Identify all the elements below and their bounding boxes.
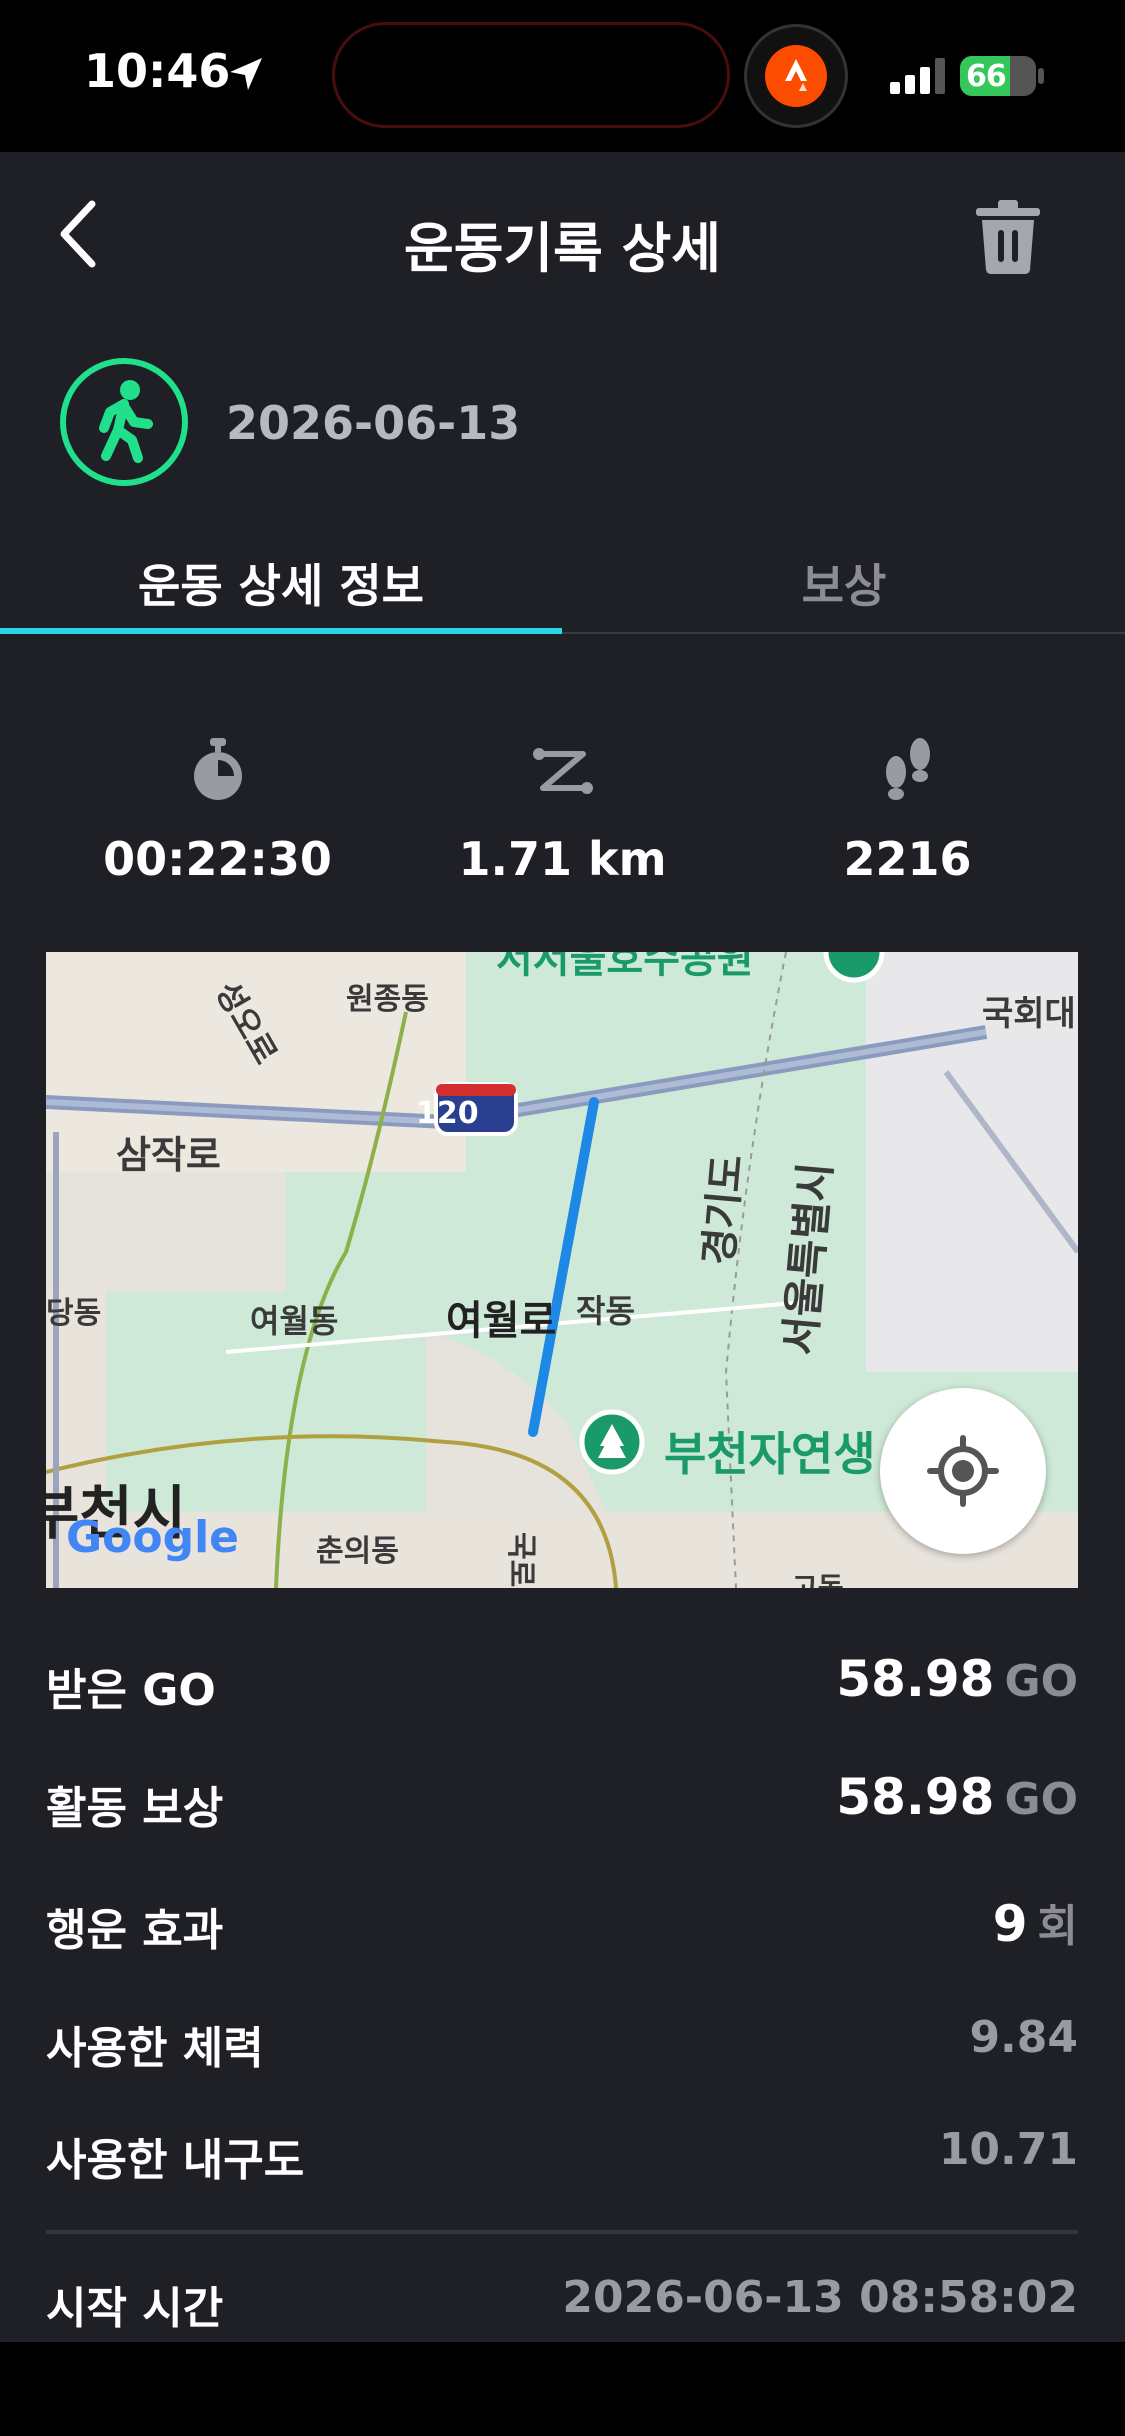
- map-label-yeowol-dong: 여월동: [250, 1302, 339, 1340]
- app-screen: 운동기록 상세 2026-06-13 운동 상세 정보 보상 00:22:30: [0, 152, 1125, 2342]
- walking-activity-icon: [60, 358, 188, 486]
- google-attribution: Google: [66, 1512, 239, 1563]
- durability-used-value: 10.71: [938, 2124, 1078, 2175]
- received-go-unit: GO: [1004, 1656, 1078, 1707]
- status-time: 10:46: [84, 44, 231, 98]
- durability-used-label: 사용한 내구도: [46, 2135, 305, 2186]
- luck-effect-label: 행운 효과: [46, 1905, 224, 1956]
- page-title: 운동기록 상세: [404, 217, 721, 280]
- activity-reward-row: 활동 보상 58.98 GO: [46, 1758, 1078, 1838]
- section-divider: [46, 2230, 1078, 2234]
- map-label-bottom-right: 고동: [792, 1571, 844, 1588]
- map-label-top-road: 서서울호수공원: [496, 952, 754, 982]
- cellular-signal-icon: [890, 58, 945, 94]
- strava-live-activity[interactable]: [744, 24, 848, 128]
- durability-used-row: 사용한 내구도 10.71: [46, 2110, 1078, 2190]
- route-map[interactable]: 120 서서울호수공원 성오로 원종동 삼작로 당동 여월동 여월로 작동 경기…: [46, 952, 1078, 1588]
- duration-value: 00:22:30: [103, 832, 332, 886]
- map-label-samjak: 삼작로: [116, 1133, 221, 1177]
- location-arrow-icon: [230, 58, 262, 90]
- activity-reward-unit: GO: [1004, 1774, 1078, 1825]
- start-time-value: 2026-06-13 08:58:02: [562, 2272, 1078, 2323]
- start-time-label: 시작 시간: [46, 2283, 224, 2334]
- map-label-wonjong: 원종동: [346, 982, 429, 1017]
- activity-reward-label: 활동 보상: [46, 1783, 224, 1834]
- map-label-dangdong: 당동: [46, 1296, 102, 1331]
- luck-effect-unit: 회: [1037, 1901, 1078, 1952]
- energy-used-row: 사용한 체력 9.84: [46, 1998, 1078, 2078]
- map-label-highway: 120: [416, 1096, 479, 1131]
- recenter-location-button[interactable]: [880, 1388, 1046, 1554]
- luck-effect-row: 행운 효과 9회: [46, 1880, 1078, 1960]
- received-go-row: 받은 GO 58.98 GO: [46, 1640, 1078, 1720]
- dynamic-island: [332, 22, 730, 128]
- energy-used-value: 9.84: [969, 2012, 1078, 2063]
- map-label-chunui: 춘의동: [316, 1534, 399, 1569]
- route-icon: [533, 748, 593, 794]
- activity-reward-value-wrap: 58.98 GO: [836, 1768, 1078, 1826]
- activity-reward-value: 58.98: [836, 1768, 995, 1826]
- tab-bar: 운동 상세 정보 보상: [0, 534, 1125, 634]
- luck-effect-value-wrap: 9회: [993, 1890, 1078, 1954]
- activity-date: 2026-06-13: [226, 396, 521, 450]
- distance-value: 1.71 km: [458, 832, 667, 886]
- received-go-value: 58.98: [836, 1650, 995, 1708]
- crosshair-icon: [927, 1435, 999, 1507]
- tab-rewards[interactable]: 보상: [563, 534, 1125, 634]
- luck-effect-value: 9: [992, 1895, 1028, 1953]
- start-time-row: 시작 시간 2026-06-13 08:58:02: [46, 2258, 1078, 2338]
- stopwatch-icon: [194, 738, 242, 800]
- map-label-road-bottom: 국로: [503, 1532, 538, 1588]
- steps-value: 2216: [843, 832, 972, 886]
- energy-used-label: 사용한 체력: [46, 2023, 264, 2074]
- status-bar: 10:46 66: [0, 0, 1125, 152]
- strava-icon: [765, 45, 827, 107]
- tab-workout-details[interactable]: 운동 상세 정보: [0, 534, 562, 634]
- battery-cap: [1038, 68, 1044, 84]
- map-label-gukhoe: 국회대: [982, 994, 1076, 1034]
- map-label-jakdong: 작동: [576, 1292, 635, 1330]
- map-label-yeowol-ro: 여월로: [446, 1298, 557, 1344]
- map-label-gyeonggi: 경기도: [695, 1152, 752, 1267]
- footprints-icon: [886, 738, 930, 800]
- map-label-park: 부천자연생: [664, 1427, 876, 1481]
- battery-percent: 66: [966, 59, 1007, 94]
- battery-icon: 66: [960, 56, 1036, 96]
- received-go-value-wrap: 58.98 GO: [836, 1650, 1078, 1708]
- delete-button[interactable]: [972, 198, 1044, 274]
- active-tab-indicator: [0, 628, 562, 634]
- received-go-label: 받은 GO: [46, 1665, 216, 1716]
